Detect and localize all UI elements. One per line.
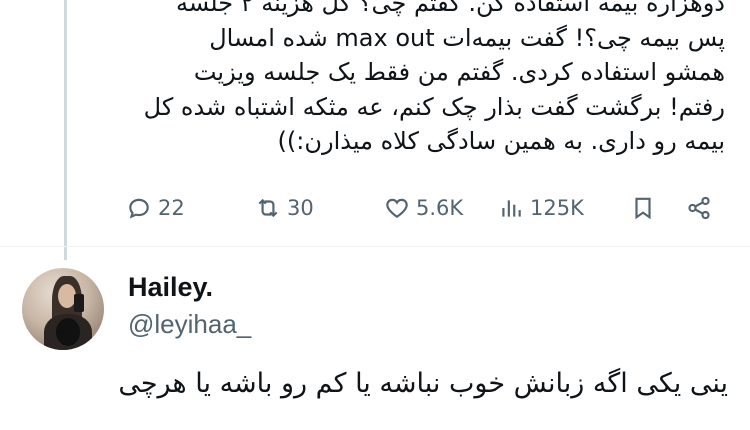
reply-display-name[interactable]: Hailey. [128, 272, 213, 303]
tweet-text-line: پس بیمه چی؟! گفت بیمه‌ات max out شده امس… [209, 23, 725, 52]
tweet-text-line: دوهزاره بیمه استفاده کن. گفتم چی؟ کل هزی… [176, 0, 725, 17]
tweet-text-line: همشو استفاده کردی. گفتم من فقط یک جلسه و… [193, 58, 725, 86]
reply-handle[interactable]: @leyihaa_ [128, 309, 251, 340]
views-chart-icon [502, 200, 521, 217]
reply-body-text: ینی یکی اگه زبانش خوب نباشه یا کم رو باش… [0, 362, 728, 406]
share-icon [688, 196, 710, 220]
retweet-icon [258, 198, 278, 218]
tweet-text-line: بیمه رو داری. به همین سادگی کلاه میذارن:… [277, 127, 725, 155]
retweet-button[interactable]: 30 [255, 190, 314, 226]
tweet-text-line: رفتم! برگشت گفت بذار چک کنم، عه مثکه اشت… [143, 92, 725, 121]
reply-icon [129, 198, 149, 219]
bookmark-button[interactable] [630, 190, 656, 226]
share-button[interactable] [686, 190, 712, 226]
retweet-count: 30 [287, 196, 314, 220]
like-button[interactable]: 5.6K [384, 190, 463, 226]
views-count: 125K [530, 196, 584, 220]
like-count: 5.6K [416, 196, 464, 220]
tweet-action-bar: 22 30 5.6K 125K [0, 190, 750, 226]
reply-text-line: ینی یکی اگه زبانش خوب نباشه یا کم رو باش… [118, 368, 728, 399]
heart-icon [386, 198, 408, 218]
reply-button[interactable]: 22 [126, 190, 185, 226]
tweet-body-text: دوهزاره بیمه استفاده کن. گفتم چی؟ کل هزی… [130, 0, 725, 159]
tweet-divider [0, 246, 750, 247]
views-button[interactable]: 125K [498, 190, 584, 226]
bookmark-icon [635, 197, 651, 220]
reply-count: 22 [158, 196, 185, 220]
avatar-phone-shape [74, 294, 84, 312]
avatar[interactable] [22, 268, 104, 350]
avatar-censor-blot [56, 318, 80, 346]
